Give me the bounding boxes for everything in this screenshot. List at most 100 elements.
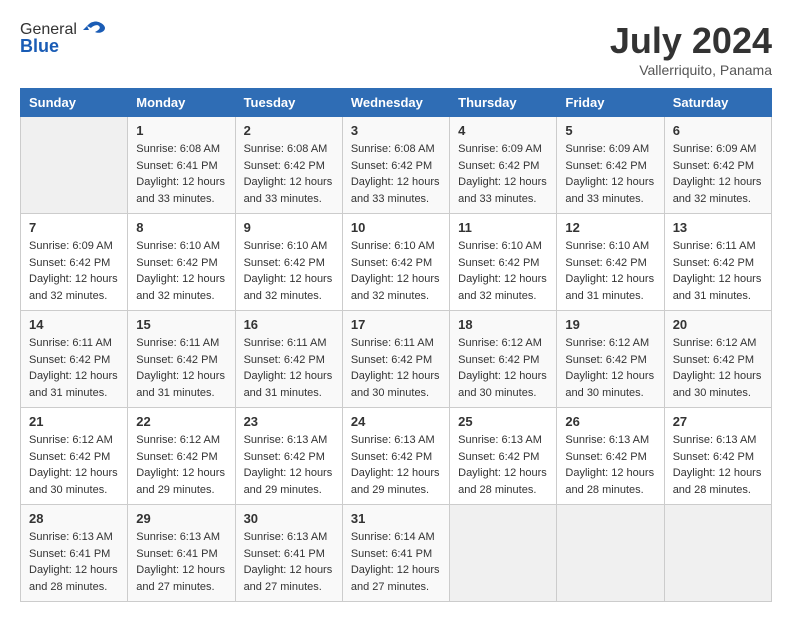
day-number: 9	[244, 220, 334, 235]
day-info: Sunrise: 6:09 AMSunset: 6:42 PMDaylight:…	[673, 141, 763, 207]
day-number: 25	[458, 414, 548, 429]
day-number: 11	[458, 220, 548, 235]
calendar-header-row: SundayMondayTuesdayWednesdayThursdayFrid…	[21, 89, 772, 117]
day-info: Sunrise: 6:14 AMSunset: 6:41 PMDaylight:…	[351, 529, 441, 595]
logo: General Blue	[20, 20, 107, 57]
day-number: 16	[244, 317, 334, 332]
day-number: 29	[136, 511, 226, 526]
calendar-week-row: 7 Sunrise: 6:09 AMSunset: 6:42 PMDaylight…	[21, 214, 772, 311]
calendar-header-monday: Monday	[128, 89, 235, 117]
day-info: Sunrise: 6:10 AMSunset: 6:42 PMDaylight:…	[351, 238, 441, 304]
day-info: Sunrise: 6:11 AMSunset: 6:42 PMDaylight:…	[136, 335, 226, 401]
day-info: Sunrise: 6:09 AMSunset: 6:42 PMDaylight:…	[29, 238, 119, 304]
day-number: 13	[673, 220, 763, 235]
calendar-cell	[21, 117, 128, 214]
day-info: Sunrise: 6:09 AMSunset: 6:42 PMDaylight:…	[565, 141, 655, 207]
calendar-table: SundayMondayTuesdayWednesdayThursdayFrid…	[20, 88, 772, 602]
calendar-header-friday: Friday	[557, 89, 664, 117]
day-number: 19	[565, 317, 655, 332]
calendar-cell: 14Sunrise: 6:11 AMSunset: 6:42 PMDayligh…	[21, 311, 128, 408]
day-info: Sunrise: 6:12 AMSunset: 6:42 PMDaylight:…	[565, 335, 655, 401]
calendar-cell: 1 Sunrise: 6:08 AMSunset: 6:41 PMDaylight…	[128, 117, 235, 214]
calendar-header-wednesday: Wednesday	[342, 89, 449, 117]
day-number: 8	[136, 220, 226, 235]
day-number: 1	[136, 123, 226, 138]
calendar-cell: 7 Sunrise: 6:09 AMSunset: 6:42 PMDaylight…	[21, 214, 128, 311]
day-number: 21	[29, 414, 119, 429]
day-number: 4	[458, 123, 548, 138]
calendar-header-sunday: Sunday	[21, 89, 128, 117]
calendar-cell: 6Sunrise: 6:09 AMSunset: 6:42 PMDaylight…	[664, 117, 771, 214]
calendar-cell: 30 Sunrise: 6:13 AMSunset: 6:41 PMDayligh…	[235, 505, 342, 602]
day-number: 2	[244, 123, 334, 138]
calendar-header-thursday: Thursday	[450, 89, 557, 117]
calendar-cell: 18 Sunrise: 6:12 AMSunset: 6:42 PMDayligh…	[450, 311, 557, 408]
day-number: 22	[136, 414, 226, 429]
day-info: Sunrise: 6:08 AMSunset: 6:41 PMDaylight:…	[136, 141, 226, 207]
calendar-cell: 2 Sunrise: 6:08 AMSunset: 6:42 PMDaylight…	[235, 117, 342, 214]
calendar-cell: 24Sunrise: 6:13 AMSunset: 6:42 PMDayligh…	[342, 408, 449, 505]
calendar-cell: 28Sunrise: 6:13 AMSunset: 6:41 PMDayligh…	[21, 505, 128, 602]
calendar-cell: 13 Sunrise: 6:11 AMSunset: 6:42 PMDayligh…	[664, 214, 771, 311]
calendar-cell: 26Sunrise: 6:13 AMSunset: 6:42 PMDayligh…	[557, 408, 664, 505]
calendar-cell: 12Sunrise: 6:10 AMSunset: 6:42 PMDayligh…	[557, 214, 664, 311]
calendar-cell: 25 Sunrise: 6:13 AMSunset: 6:42 PMDayligh…	[450, 408, 557, 505]
calendar-cell: 5 Sunrise: 6:09 AMSunset: 6:42 PMDaylight…	[557, 117, 664, 214]
calendar-cell: 8 Sunrise: 6:10 AMSunset: 6:42 PMDaylight…	[128, 214, 235, 311]
location: Vallerriquito, Panama	[610, 62, 772, 78]
calendar-cell: 9 Sunrise: 6:10 AMSunset: 6:42 PMDaylight…	[235, 214, 342, 311]
calendar-cell: 23Sunrise: 6:13 AMSunset: 6:42 PMDayligh…	[235, 408, 342, 505]
day-number: 24	[351, 414, 441, 429]
calendar-cell: 22Sunrise: 6:12 AMSunset: 6:42 PMDayligh…	[128, 408, 235, 505]
day-number: 3	[351, 123, 441, 138]
day-number: 30	[244, 511, 334, 526]
day-info: Sunrise: 6:12 AMSunset: 6:42 PMDaylight:…	[29, 432, 119, 498]
day-number: 5	[565, 123, 655, 138]
day-number: 31	[351, 511, 441, 526]
day-info: Sunrise: 6:10 AMSunset: 6:42 PMDaylight:…	[458, 238, 548, 304]
day-number: 18	[458, 317, 548, 332]
calendar-header-saturday: Saturday	[664, 89, 771, 117]
calendar-week-row: 1 Sunrise: 6:08 AMSunset: 6:41 PMDaylight…	[21, 117, 772, 214]
day-info: Sunrise: 6:08 AMSunset: 6:42 PMDaylight:…	[244, 141, 334, 207]
day-info: Sunrise: 6:10 AMSunset: 6:42 PMDaylight:…	[244, 238, 334, 304]
day-info: Sunrise: 6:13 AMSunset: 6:42 PMDaylight:…	[458, 432, 548, 498]
day-number: 7	[29, 220, 119, 235]
day-info: Sunrise: 6:13 AMSunset: 6:41 PMDaylight:…	[244, 529, 334, 595]
calendar-header-tuesday: Tuesday	[235, 89, 342, 117]
day-info: Sunrise: 6:13 AMSunset: 6:41 PMDaylight:…	[136, 529, 226, 595]
day-info: Sunrise: 6:09 AMSunset: 6:42 PMDaylight:…	[458, 141, 548, 207]
day-info: Sunrise: 6:08 AMSunset: 6:42 PMDaylight:…	[351, 141, 441, 207]
month-title: July 2024	[610, 20, 772, 62]
day-info: Sunrise: 6:11 AMSunset: 6:42 PMDaylight:…	[673, 238, 763, 304]
day-info: Sunrise: 6:10 AMSunset: 6:42 PMDaylight:…	[565, 238, 655, 304]
day-info: Sunrise: 6:12 AMSunset: 6:42 PMDaylight:…	[673, 335, 763, 401]
day-number: 28	[29, 511, 119, 526]
page-header: General Blue July 2024 Vallerriquito, Pa…	[20, 20, 772, 78]
logo-bird-icon	[79, 20, 107, 40]
day-info: Sunrise: 6:12 AMSunset: 6:42 PMDaylight:…	[458, 335, 548, 401]
calendar-cell: 3 Sunrise: 6:08 AMSunset: 6:42 PMDaylight…	[342, 117, 449, 214]
calendar-cell: 4 Sunrise: 6:09 AMSunset: 6:42 PMDaylight…	[450, 117, 557, 214]
calendar-week-row: 28 Sunrise: 6:13 AMSunset: 6:41 PMDayligh…	[21, 505, 772, 602]
calendar-cell: 17 Sunrise: 6:11 AMSunset: 6:42 PMDayligh…	[342, 311, 449, 408]
day-number: 17	[351, 317, 441, 332]
day-info: Sunrise: 6:13 AMSunset: 6:42 PMDaylight:…	[565, 432, 655, 498]
title-section: July 2024 Vallerriquito, Panama	[610, 20, 772, 78]
day-number: 15	[136, 317, 226, 332]
calendar-cell: 31 Sunrise: 6:14 AMSunset: 6:41 PMDayligh…	[342, 505, 449, 602]
calendar-cell: 11 Sunrise: 6:10 AMSunset: 6:42 PMDayligh…	[450, 214, 557, 311]
calendar-cell: 29 Sunrise: 6:13 AMSunset: 6:41 PMDayligh…	[128, 505, 235, 602]
calendar-cell	[557, 505, 664, 602]
calendar-cell: 27Sunrise: 6:13 AMSunset: 6:42 PMDayligh…	[664, 408, 771, 505]
day-number: 10	[351, 220, 441, 235]
calendar-cell	[664, 505, 771, 602]
day-info: Sunrise: 6:10 AMSunset: 6:42 PMDaylight:…	[136, 238, 226, 304]
calendar-cell: 20 Sunrise: 6:12 AMSunset: 6:42 PMDayligh…	[664, 311, 771, 408]
day-number: 20	[673, 317, 763, 332]
logo-blue-text: Blue	[20, 36, 59, 57]
day-info: Sunrise: 6:11 AMSunset: 6:42 PMDaylight:…	[351, 335, 441, 401]
calendar-cell: 10 Sunrise: 6:10 AMSunset: 6:42 PMDayligh…	[342, 214, 449, 311]
calendar-week-row: 21 Sunrise: 6:12 AMSunset: 6:42 PMDayligh…	[21, 408, 772, 505]
calendar-cell: 16Sunrise: 6:11 AMSunset: 6:42 PMDayligh…	[235, 311, 342, 408]
